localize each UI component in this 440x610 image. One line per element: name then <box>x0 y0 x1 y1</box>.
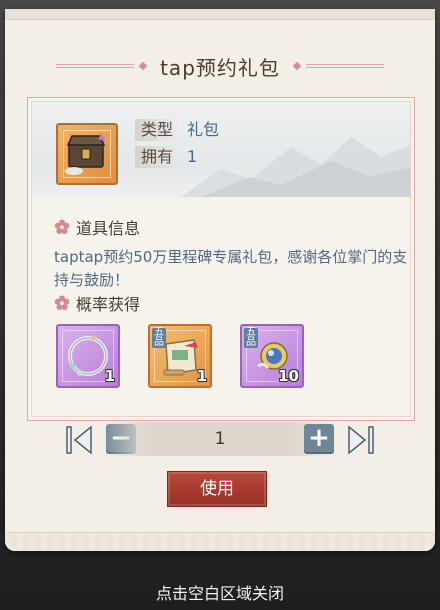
reward-count: 1 <box>196 367 207 385</box>
use-button[interactable]: 使用 <box>167 471 267 507</box>
gift-dialog: tap预约礼包 类型 礼包 拥有 1 道具信息 taptap预约50万里程碑专属… <box>5 9 435 551</box>
treasure-chest-icon <box>56 123 118 185</box>
item-owned-value: 1 <box>187 147 198 166</box>
item-type-label: 类型 <box>135 119 180 141</box>
dialog-bottom-decoration <box>5 532 435 551</box>
title-decoration-right <box>292 61 384 71</box>
min-quantity-icon[interactable] <box>64 423 94 457</box>
item-info-heading-text: 道具信息 <box>76 219 141 238</box>
rewards-heading: 概率获得 <box>54 292 140 314</box>
flower-icon <box>54 219 70 234</box>
reward-count: 10 <box>278 367 299 385</box>
item-owned-label: 拥有 <box>135 146 180 168</box>
reward-item-bracelet[interactable]: 1 <box>56 324 120 388</box>
dialog-title-row: tap预约礼包 <box>5 51 435 81</box>
reward-item-scroll[interactable]: 五品 1 <box>148 324 212 388</box>
close-hint: 点击空白区域关闭 <box>155 584 284 603</box>
dialog-title: tap预约礼包 <box>160 55 280 80</box>
reward-count: 1 <box>104 367 115 385</box>
item-detail-frame: 类型 礼包 拥有 1 道具信息 taptap预约50万里程碑专属礼包，感谢各位掌… <box>27 97 415 421</box>
item-description: taptap预约50万里程碑专属礼包，感谢各位掌门的支持与鼓励！ <box>54 248 408 289</box>
reward-item-pearl[interactable]: 五品 10 <box>240 324 304 388</box>
flower-icon <box>54 295 70 310</box>
max-quantity-icon[interactable] <box>346 423 376 457</box>
rewards-heading-text: 概率获得 <box>76 295 141 314</box>
quantity-value: 1 <box>214 429 226 449</box>
item-info-heading: 道具信息 <box>54 216 140 238</box>
dialog-top-bar <box>5 9 435 20</box>
title-decoration-left <box>56 61 148 71</box>
increase-quantity-button[interactable]: + <box>304 424 334 454</box>
item-type-value: 礼包 <box>187 120 220 139</box>
item-header: 类型 礼包 拥有 1 <box>31 101 411 197</box>
